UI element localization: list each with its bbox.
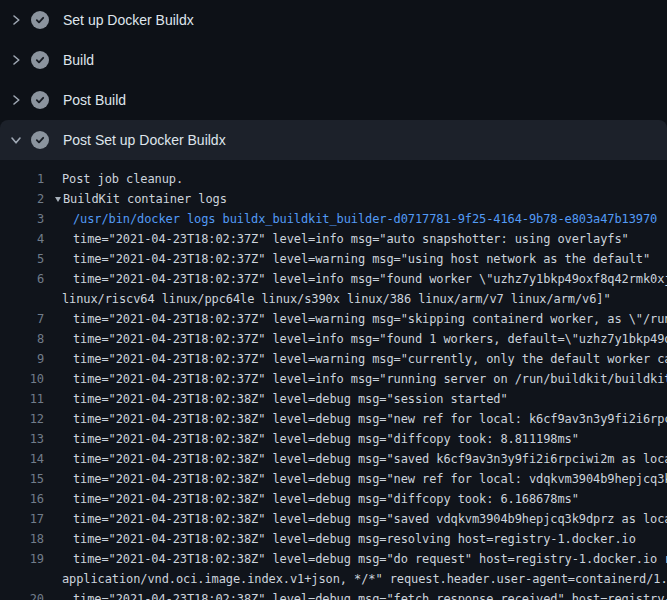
- log-line-continuation: application/vnd.oci.image.index.v1+json,…: [0, 569, 667, 589]
- log-line: 1 Post job cleanup.: [0, 169, 667, 189]
- log-line: 8 time="2021-04-23T18:02:37Z" level=info …: [0, 329, 667, 349]
- check-circle-icon: [31, 51, 49, 69]
- line-number[interactable]: 19: [0, 549, 44, 569]
- line-number: [0, 289, 44, 309]
- line-number[interactable]: 18: [0, 529, 44, 549]
- chevron-right-icon: [10, 54, 22, 66]
- log-line-text: time="2021-04-23T18:02:38Z" level=debug …: [73, 389, 508, 409]
- line-number[interactable]: 1: [0, 169, 44, 189]
- log-viewer: 1 Post job cleanup. 2 BuildKit container l…: [0, 160, 667, 600]
- line-number[interactable]: 2: [0, 189, 44, 209]
- log-line: 16 time="2021-04-23T18:02:38Z" level=debu…: [0, 489, 667, 509]
- log-line-text: Post job cleanup.: [62, 169, 183, 189]
- log-line-text: time="2021-04-23T18:02:38Z" level=debug …: [73, 549, 667, 569]
- log-command-link[interactable]: /usr/bin/docker logs buildx_buildkit_bui…: [73, 209, 657, 229]
- log-line-text: time="2021-04-23T18:02:37Z" level=info m…: [73, 269, 667, 289]
- log-line-text: time="2021-04-23T18:02:37Z" level=info m…: [73, 369, 667, 389]
- line-number[interactable]: 20: [0, 589, 44, 600]
- log-line-text: linux/riscv64 linux/ppc64le linux/s390x …: [62, 289, 611, 309]
- step-label: Build: [63, 52, 94, 68]
- log-line: 5 time="2021-04-23T18:02:37Z" level=warni…: [0, 249, 667, 269]
- line-number[interactable]: 3: [0, 209, 44, 229]
- line-number[interactable]: 8: [0, 329, 44, 349]
- log-line-continuation: linux/riscv64 linux/ppc64le linux/s390x …: [0, 289, 667, 309]
- log-line: 12 time="2021-04-23T18:02:38Z" level=debu…: [0, 409, 667, 429]
- log-line-text: time="2021-04-23T18:02:37Z" level=info m…: [73, 229, 629, 249]
- line-number[interactable]: 16: [0, 489, 44, 509]
- line-number[interactable]: 7: [0, 309, 44, 329]
- log-group-header[interactable]: 2 BuildKit container logs: [0, 189, 667, 209]
- log-line-text: time="2021-04-23T18:02:37Z" level=warnin…: [73, 309, 667, 329]
- line-number[interactable]: 10: [0, 369, 44, 389]
- step-label: Post Build: [63, 92, 126, 108]
- collapse-triangle-icon[interactable]: [55, 197, 61, 202]
- check-circle-icon: [31, 91, 49, 109]
- log-line-text: time="2021-04-23T18:02:38Z" level=debug …: [73, 429, 579, 449]
- log-line-text: time="2021-04-23T18:02:37Z" level=warnin…: [73, 349, 667, 369]
- chevron-right-icon: [10, 14, 22, 26]
- log-line: 18 time="2021-04-23T18:02:38Z" level=debu…: [0, 529, 667, 549]
- log-line: 13 time="2021-04-23T18:02:38Z" level=debu…: [0, 429, 667, 449]
- log-line-text: time="2021-04-23T18:02:38Z" level=debug …: [73, 529, 636, 549]
- line-number[interactable]: 6: [0, 269, 44, 289]
- line-number[interactable]: 9: [0, 349, 44, 369]
- check-circle-icon: [31, 131, 49, 149]
- line-number[interactable]: 17: [0, 509, 44, 529]
- check-circle-icon: [31, 11, 49, 29]
- log-line-text: time="2021-04-23T18:02:38Z" level=debug …: [73, 449, 667, 469]
- log-line: 6 time="2021-04-23T18:02:37Z" level=info …: [0, 269, 667, 289]
- log-line-text: time="2021-04-23T18:02:38Z" level=debug …: [73, 469, 667, 489]
- log-line-text: application/vnd.oci.image.index.v1+json,…: [62, 569, 667, 589]
- log-line: 4 time="2021-04-23T18:02:37Z" level=info …: [0, 229, 667, 249]
- log-line: 10 time="2021-04-23T18:02:37Z" level=info…: [0, 369, 667, 389]
- line-number[interactable]: 5: [0, 249, 44, 269]
- step-row-build[interactable]: Build: [0, 40, 667, 80]
- line-number[interactable]: 14: [0, 449, 44, 469]
- chevron-down-icon: [10, 134, 22, 146]
- log-line: 11 time="2021-04-23T18:02:38Z" level=debu…: [0, 389, 667, 409]
- step-row-post-build[interactable]: Post Build: [0, 80, 667, 120]
- log-line: 9 time="2021-04-23T18:02:37Z" level=warni…: [0, 349, 667, 369]
- log-line: 7 time="2021-04-23T18:02:37Z" level=warni…: [0, 309, 667, 329]
- log-group-title: BuildKit container logs: [63, 189, 227, 209]
- log-line: 15 time="2021-04-23T18:02:38Z" level=debu…: [0, 469, 667, 489]
- line-number[interactable]: 12: [0, 409, 44, 429]
- log-line-text: time="2021-04-23T18:02:38Z" level=debug …: [73, 509, 667, 529]
- log-line: 14 time="2021-04-23T18:02:38Z" level=debu…: [0, 449, 667, 469]
- log-line: 20 time="2021-04-23T18:02:38Z" level=debu…: [0, 589, 667, 600]
- log-line-text: time="2021-04-23T18:02:37Z" level=info m…: [73, 329, 667, 349]
- chevron-right-icon: [10, 94, 22, 106]
- line-number[interactable]: 15: [0, 469, 44, 489]
- step-row-post-setup-docker-buildx[interactable]: Post Set up Docker Buildx: [0, 120, 667, 160]
- step-row-setup-docker-buildx[interactable]: Set up Docker Buildx: [0, 0, 667, 40]
- job-steps-list: Set up Docker Buildx Build Post Build Po…: [0, 0, 667, 160]
- log-line-text: time="2021-04-23T18:02:37Z" level=warnin…: [73, 249, 650, 269]
- line-number[interactable]: 13: [0, 429, 44, 449]
- line-number[interactable]: 4: [0, 229, 44, 249]
- line-number[interactable]: 11: [0, 389, 44, 409]
- line-number: [0, 569, 44, 589]
- log-line-text: time="2021-04-23T18:02:38Z" level=debug …: [73, 489, 579, 509]
- log-line-text: time="2021-04-23T18:02:38Z" level=debug …: [73, 589, 667, 600]
- step-label: Post Set up Docker Buildx: [63, 132, 226, 148]
- log-line: 17 time="2021-04-23T18:02:38Z" level=debu…: [0, 509, 667, 529]
- log-line-text: time="2021-04-23T18:02:38Z" level=debug …: [73, 409, 667, 429]
- log-line: 19 time="2021-04-23T18:02:38Z" level=debu…: [0, 549, 667, 569]
- step-label: Set up Docker Buildx: [63, 12, 194, 28]
- log-line: 3/usr/bin/docker logs buildx_buildkit_bu…: [0, 209, 667, 229]
